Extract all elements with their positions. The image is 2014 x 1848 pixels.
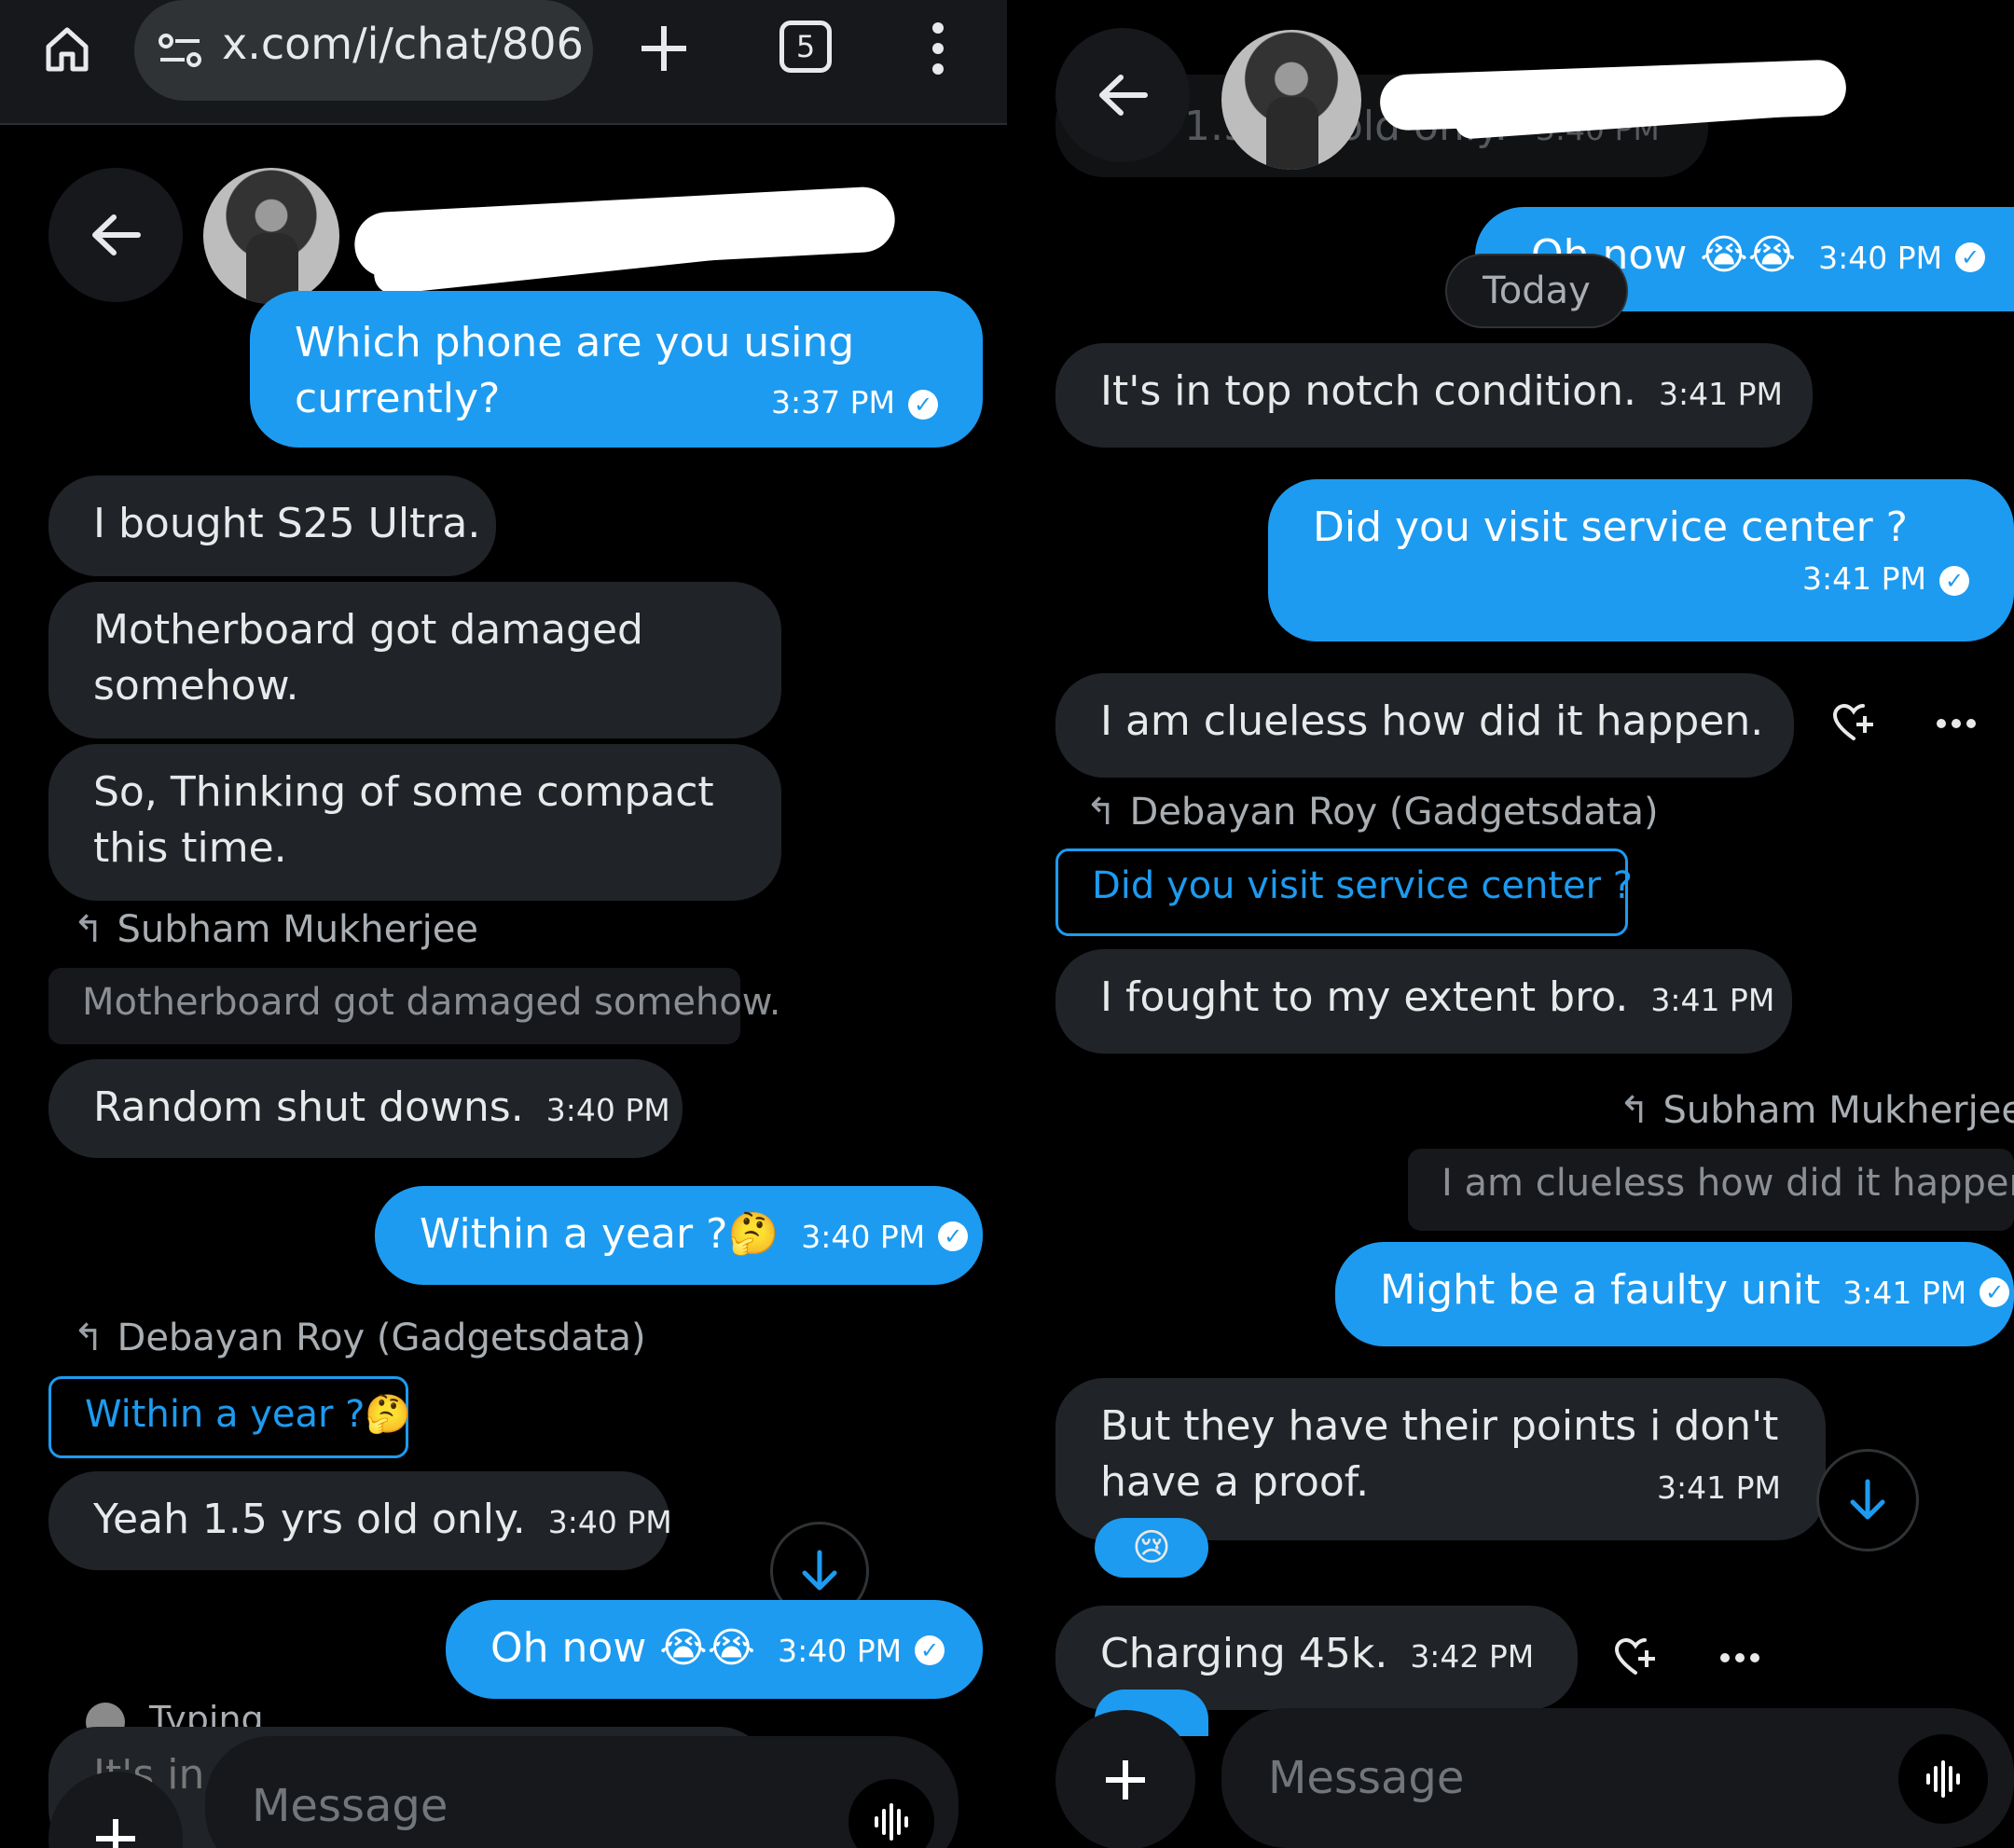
message-s25[interactable]: I bought S25 Ultra. (48, 476, 496, 576)
message-shutdowns[interactable]: Random shut downs. 3:40 PM (48, 1059, 683, 1158)
quoted-message[interactable]: Within a year ?🤔 (48, 1376, 411, 1458)
reply-context: ↰ Debayan Roy (Gadgetsdata) (1085, 791, 1659, 834)
read-check-icon: ✓ (938, 1221, 969, 1251)
message-time: 3:41 PM (1650, 982, 1775, 1018)
more-icon[interactable] (1936, 716, 1977, 729)
audio-wave-icon (1926, 1760, 1960, 1798)
avatar[interactable] (1221, 30, 1361, 170)
react-heart-icon[interactable] (1613, 1635, 1658, 1680)
message-time: 3:41 PM (1842, 1275, 1967, 1311)
quoted-message[interactable]: Motherboard got damaged somehow. (48, 968, 781, 1044)
message-points[interactable]: But they have their points i don't have … (1055, 1378, 1826, 1540)
reply-arrow-icon: ↰ (1085, 791, 1117, 834)
plus-icon (96, 1819, 135, 1848)
message-faulty-unit[interactable]: Might be a faulty unit 3:41 PM ✓ (1335, 1242, 2014, 1346)
back-arrow-icon (92, 214, 141, 255)
voice-message-button[interactable] (1898, 1734, 1988, 1824)
message-motherboard[interactable]: Motherboard got damaged somehow. (48, 582, 781, 738)
message-yeah[interactable]: Yeah 1.5 yrs old only. 3:40 PM (48, 1471, 672, 1570)
message-fought[interactable]: I fought to my extent bro. 3:41 PM (1055, 949, 1792, 1054)
message-time: 3:40 PM (778, 1633, 903, 1669)
right-screenshot: 1.5 yrs old only. 3:40 PM Oh now 😭😭3:40 … (1007, 0, 2014, 1848)
message-time: 3:40 PM (547, 1504, 672, 1540)
message-top-notch[interactable]: It's in top notch condition. 3:41 PM (1055, 343, 1813, 448)
tab-switcher-button[interactable]: 5 (779, 21, 832, 73)
message-time: 3:41 PM (1802, 560, 1926, 597)
read-check-icon: ✓ (1980, 1277, 2010, 1307)
message-oh-now[interactable]: Oh now 😭😭 3:40 PM ✓ (446, 1600, 983, 1699)
more-options-icon[interactable] (929, 21, 947, 76)
audio-wave-icon (875, 1803, 908, 1841)
more-icon[interactable] (1719, 1650, 1760, 1663)
message-time: 3:40 PM (801, 1219, 926, 1255)
reply-arrow-icon: ↰ (73, 1317, 104, 1359)
plus-icon (1106, 1760, 1145, 1800)
date-separator: Today (1445, 254, 1628, 328)
read-check-icon: ✓ (1939, 565, 1969, 596)
message-input[interactable]: Message (1221, 1708, 2014, 1848)
url-text: x.com/i/chat/806ė (222, 19, 584, 69)
reply-context: ↰ Subham Mukherjee (73, 908, 478, 951)
quoted-message[interactable]: Did you visit service center ? (1055, 848, 1633, 936)
message-time: 3:37 PM (771, 384, 895, 421)
left-screenshot: x.com/i/chat/806ė 5 Which phone are you … (0, 0, 1007, 1848)
message-within-year[interactable]: Within a year ?🤔 3:40 PM ✓ (375, 1186, 983, 1285)
message-compact[interactable]: So, Thinking of some compact this time. (48, 744, 781, 901)
read-check-icon: ✓ (915, 1635, 945, 1665)
react-heart-icon[interactable] (1831, 701, 1876, 746)
message-time: 3:40 PM (1818, 240, 1943, 276)
message-time: 3:41 PM (1658, 376, 1783, 412)
home-icon[interactable] (41, 22, 93, 75)
message-clueless[interactable]: I am clueless how did it happen. (1055, 673, 1794, 778)
message-time: 3:42 PM (1410, 1638, 1535, 1675)
site-settings-icon[interactable] (157, 30, 203, 71)
avatar[interactable] (203, 168, 339, 304)
back-button[interactable] (1055, 28, 1190, 162)
message-time: 3:41 PM (1657, 1469, 1781, 1506)
read-check-icon: ✓ (908, 389, 938, 420)
back-arrow-icon (1099, 75, 1148, 116)
add-attachment-button[interactable] (1055, 1710, 1195, 1848)
reaction-badge[interactable]: 😢 (1095, 1518, 1208, 1578)
url-bar[interactable]: x.com/i/chat/806ė (134, 0, 593, 101)
reply-arrow-icon: ↰ (73, 908, 104, 951)
quoted-message[interactable]: I am clueless how did it happen. (1408, 1149, 2014, 1231)
new-tab-icon[interactable] (638, 22, 690, 75)
message-which-phone[interactable]: Which phone are you using currently? 3:3… (250, 291, 983, 448)
message-time: 3:40 PM (545, 1092, 670, 1128)
scroll-to-bottom-button[interactable] (1816, 1449, 1919, 1551)
message-input[interactable]: Message (205, 1736, 959, 1848)
arrow-down-icon (802, 1550, 837, 1591)
reply-context: ↰ Subham Mukherjee (1619, 1089, 2014, 1132)
reply-arrow-icon: ↰ (1619, 1089, 1650, 1132)
read-check-icon: ✓ (1955, 242, 1986, 272)
tab-count: 5 (795, 29, 816, 64)
message-service-center[interactable]: Did you visit service center ? 3:41 PM ✓ (1268, 479, 2014, 641)
arrow-down-icon (1850, 1479, 1885, 1520)
back-button[interactable] (48, 168, 183, 302)
reply-context: ↰ Debayan Roy (Gadgetsdata) (73, 1317, 646, 1359)
